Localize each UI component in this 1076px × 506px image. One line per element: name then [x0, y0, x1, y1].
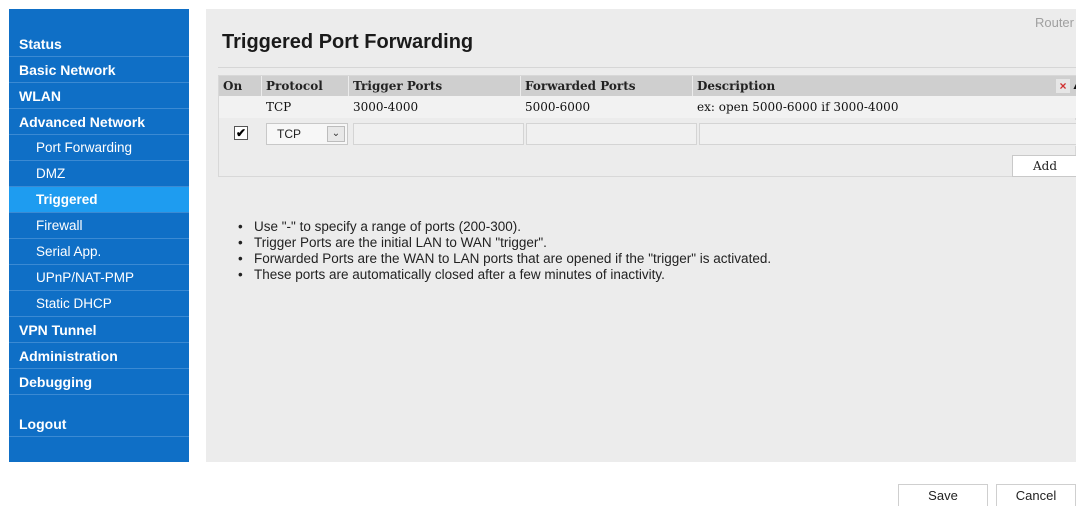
sidebar-item-serial-app[interactable]: Serial App.	[9, 239, 189, 265]
save-button[interactable]: Save	[898, 484, 988, 506]
move-up-icon[interactable]: ▲	[1071, 78, 1076, 92]
enable-checkbox[interactable]: ✔	[234, 126, 248, 140]
description-input[interactable]	[699, 123, 1076, 145]
sidebar-item-basic-network[interactable]: Basic Network	[9, 57, 189, 83]
row-trigger-ports-cell: 3000-4000	[353, 100, 419, 114]
column-header-protocol: Protocol	[262, 76, 349, 96]
row-description-cell: ex: open 5000-6000 if 3000-4000	[697, 100, 899, 114]
help-notes: Use "-" to specify a range of ports (200…	[236, 219, 771, 283]
main-panel: Router Triggered Port Forwarding On Prot…	[206, 9, 1076, 462]
protocol-select-value: TCP	[277, 127, 301, 141]
forwarded-ports-input[interactable]	[526, 123, 697, 145]
note-item: Forwarded Ports are the WAN to LAN ports…	[236, 251, 771, 267]
note-item: These ports are automatically closed aft…	[236, 267, 771, 283]
sidebar-top-spacer	[9, 9, 189, 31]
chevron-down-icon[interactable]: ⌄	[327, 126, 345, 142]
column-header-description: Description	[697, 79, 776, 93]
sidebar-item-vpn-tunnel[interactable]: VPN Tunnel	[9, 317, 189, 343]
sidebar-item-wlan[interactable]: WLAN	[9, 83, 189, 109]
cancel-button[interactable]: Cancel	[996, 484, 1076, 506]
delete-icon[interactable]: ×	[1056, 79, 1070, 93]
table-actions-row: Add	[219, 148, 1076, 178]
page-title: Triggered Port Forwarding	[222, 31, 474, 53]
page: Status Basic Network WLAN Advanced Netwo…	[0, 0, 1076, 506]
sidebar-item-port-forwarding[interactable]: Port Forwarding	[9, 135, 189, 161]
trigger-rules-table: On Protocol Trigger Ports Forwarded Port…	[218, 75, 1076, 177]
sidebar-item-dmz[interactable]: DMZ	[9, 161, 189, 187]
column-header-on: On	[219, 76, 262, 96]
column-header-forwarded-ports: Forwarded Ports	[521, 76, 693, 96]
row-on-cell	[219, 96, 262, 118]
add-button[interactable]: Add	[1012, 155, 1076, 177]
sidebar-item-debugging[interactable]: Debugging	[9, 369, 189, 395]
brand-label: Router	[1034, 15, 1074, 30]
note-item: Use "-" to specify a range of ports (200…	[236, 219, 771, 235]
sidebar-item-logout[interactable]: Logout	[9, 411, 189, 437]
sidebar-item-firewall[interactable]: Firewall	[9, 213, 189, 239]
note-item: Trigger Ports are the initial LAN to WAN…	[236, 235, 771, 251]
sidebar-item-static-dhcp[interactable]: Static DHCP	[9, 291, 189, 317]
sidebar-item-triggered[interactable]: Triggered	[9, 187, 189, 213]
table-header: On Protocol Trigger Ports Forwarded Port…	[219, 76, 1076, 96]
sidebar-item-status[interactable]: Status	[9, 31, 189, 57]
row-forwarded-ports-cell: 5000-6000	[525, 100, 591, 114]
trigger-ports-input[interactable]	[353, 123, 524, 145]
sidebar-item-administration[interactable]: Administration	[9, 343, 189, 369]
sidebar-item-advanced-network[interactable]: Advanced Network	[9, 109, 189, 135]
column-header-trigger-ports: Trigger Ports	[349, 76, 521, 96]
protocol-select[interactable]: TCP ⌄	[266, 123, 348, 145]
sidebar-item-upnp-nat-pmp[interactable]: UPnP/NAT-PMP	[9, 265, 189, 291]
table-row[interactable]: TCP 3000-4000 5000-6000 ex: open 5000-60…	[219, 96, 1076, 118]
row-protocol-cell: TCP	[266, 100, 292, 114]
title-divider	[218, 67, 1076, 68]
new-rule-row: ✔ TCP ⌄	[219, 120, 1076, 146]
sidebar-nav: Status Basic Network WLAN Advanced Netwo…	[9, 9, 189, 462]
